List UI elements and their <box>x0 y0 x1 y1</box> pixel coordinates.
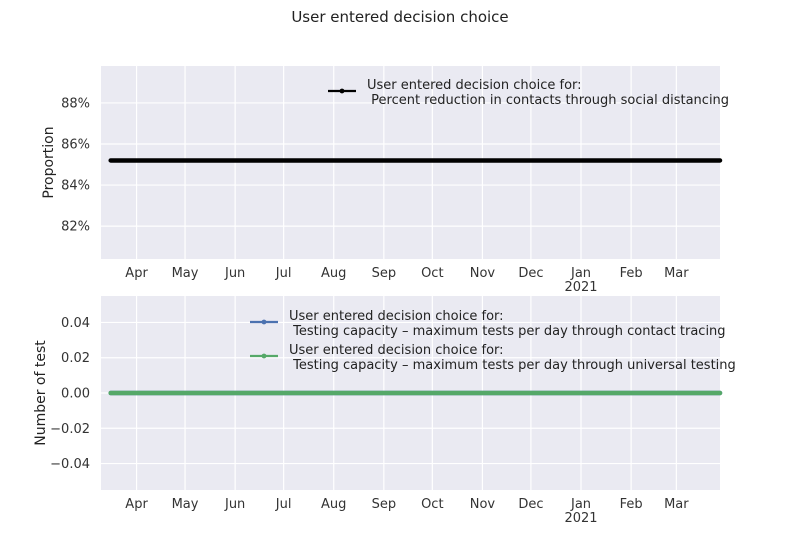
y-tick-label: 84% <box>61 179 90 194</box>
x-tick-label: Feb <box>620 266 643 281</box>
x-tick-label: Mar <box>664 266 689 281</box>
x-tick-label: Oct <box>421 497 443 512</box>
x-tick-label: Jun <box>224 497 245 512</box>
x-tick-year-label: 2021 <box>564 511 597 526</box>
x-tick-label: Apr <box>125 497 148 512</box>
x-tick-label: Aug <box>321 266 346 281</box>
x-tick-label: Jun <box>224 266 245 281</box>
y-tick-label: −0.04 <box>50 457 90 472</box>
x-tick-year-label: 2021 <box>564 280 597 295</box>
x-tick-label: Nov <box>470 497 496 512</box>
y-tick-label: 86% <box>61 138 90 153</box>
y-axis-label: Number of test <box>33 340 49 446</box>
x-tick-label: Feb <box>620 497 643 512</box>
y-tick-label: 0.04 <box>61 316 90 331</box>
x-tick-label: Sep <box>372 266 397 281</box>
x-tick-label: Dec <box>518 266 543 281</box>
x-tick-label: Aug <box>321 497 346 512</box>
x-tick-label: Nov <box>470 266 496 281</box>
x-tick-label: May <box>172 266 199 281</box>
x-tick-label: Apr <box>125 266 148 281</box>
legend-marker <box>339 88 345 94</box>
x-tick-label: Jul <box>275 497 292 512</box>
y-tick-label: 0.00 <box>61 387 90 402</box>
y-tick-label: 0.02 <box>61 351 90 366</box>
x-tick-label: Oct <box>421 266 443 281</box>
legend-marker <box>261 353 267 359</box>
y-tick-label: −0.02 <box>50 422 90 437</box>
x-tick-label: May <box>172 497 199 512</box>
x-tick-label: Jan <box>570 497 591 512</box>
x-tick-label: Mar <box>664 497 689 512</box>
x-tick-label: Jan <box>570 266 591 281</box>
x-tick-label: Dec <box>518 497 543 512</box>
y-tick-label: 88% <box>61 96 90 111</box>
x-tick-label: Sep <box>372 497 397 512</box>
chart-figure: Apr May Jun Jul Aug Sep Oct Nov Dec Jan Feb Mar 2021… <box>33 66 736 526</box>
legend-marker <box>261 319 267 325</box>
y-axis-label: Proportion <box>41 126 57 198</box>
x-tick-label: Jul <box>275 266 292 281</box>
y-tick-label: 82% <box>61 220 90 235</box>
